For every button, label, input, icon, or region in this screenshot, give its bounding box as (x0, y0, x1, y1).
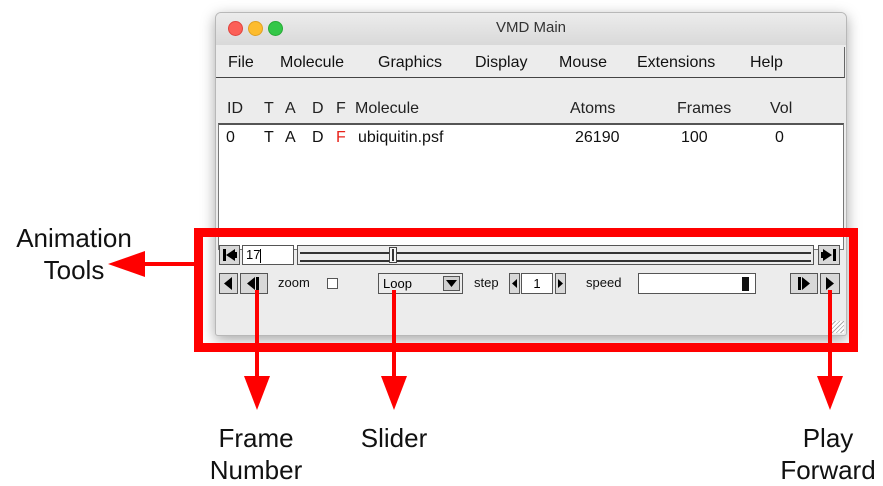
annotation-frame-number: Frame Number (196, 422, 316, 486)
arrowhead-play-forward (817, 376, 843, 410)
annotation-frame-number-line1: Frame (218, 423, 294, 453)
annotation-animation-tools: Animation Tools (4, 222, 144, 286)
annotation-animation-tools-line1: Animation (16, 223, 132, 253)
annotation-frame-number-line2: Number (209, 455, 303, 485)
annotation-play-forward-line1: Play (802, 423, 854, 453)
annotation-play-forward: Play Forward (775, 422, 881, 486)
arrowhead-slider (381, 376, 407, 410)
annotation-slider: Slider (360, 423, 428, 453)
arrowhead-frame-number (244, 376, 270, 410)
annotation-animation-tools-line2: Tools (43, 255, 105, 285)
annotation-play-forward-line2: Forward (780, 455, 876, 485)
